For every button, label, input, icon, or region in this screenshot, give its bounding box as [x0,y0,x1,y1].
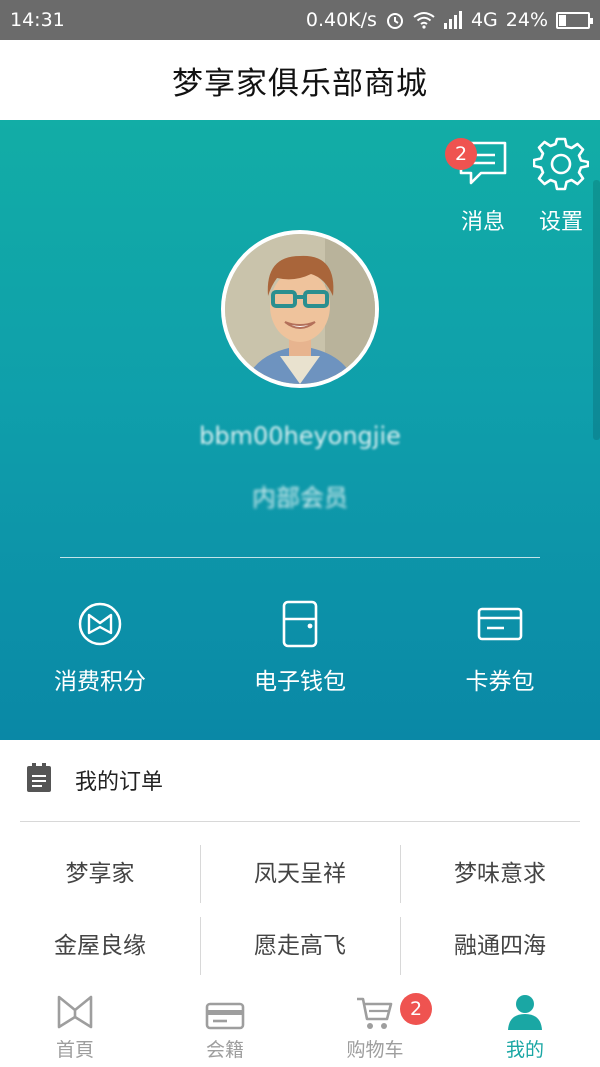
avatar-portrait [225,234,375,384]
tab-label: 首頁 [55,1039,94,1061]
network-speed: 0.40K/s [305,9,377,31]
tab-label: 我的 [505,1039,544,1061]
settings-button[interactable]: 设置 [523,130,599,236]
tab-membership[interactable]: 会籍 [150,985,300,1067]
battery-fill [559,14,566,26]
quick-action-label: 卡券包 [465,669,535,695]
quick-action-label: 电子钱包 [254,669,346,695]
quick-actions: 消费积分 电子钱包 卡券包 [0,598,600,696]
quick-action-points[interactable]: 消费积分 [0,598,200,696]
tab-cart[interactable]: 购物车 2 [300,985,450,1067]
brand-row: 梦享家 凤天呈祥 梦味意求 [0,838,600,910]
title-bar: 梦享家俱乐部商城 [0,40,600,120]
messages-button[interactable]: 2 消息 [445,130,521,236]
orders-divider [20,821,580,822]
quick-action-coupons[interactable]: 卡券包 [400,598,600,696]
signal-icon [443,11,463,29]
brand-item[interactable]: 融通四海 [400,917,600,975]
brand-row: 金屋良缘 愿走高飞 融通四海 [0,910,600,982]
brand-item[interactable]: 梦味意求 [400,845,600,903]
my-orders-title: 我的订单 [75,770,164,795]
avatar[interactable] [221,230,379,388]
cart-icon [355,995,395,1035]
home-bow-icon [55,993,95,1035]
settings-label: 设置 [538,210,583,235]
tab-mine[interactable]: 我的 [450,985,600,1067]
quick-action-wallet[interactable]: 电子钱包 [200,598,400,696]
profile-divider [60,557,540,558]
brand-grid: 梦享家 凤天呈祥 梦味意求 金屋良缘 愿走高飞 融通四海 [0,838,600,982]
brand-item[interactable]: 金屋良缘 [0,917,200,975]
status-bar: 14:31 0.40K/s 4G 24% [0,0,600,40]
quick-action-label: 消费积分 [54,669,146,695]
messages-label: 消息 [460,210,505,235]
messages-badge: 2 [445,138,477,170]
card-icon [476,606,524,646]
points-icon [77,601,123,651]
wallet-icon [280,599,320,653]
tab-label: 购物车 [346,1039,404,1061]
clipboard-icon [25,763,53,797]
membership-card-icon [205,1001,245,1035]
brand-item[interactable]: 愿走高飞 [200,917,400,975]
status-indicators: 0.40K/s 4G 24% [305,9,593,31]
network-type: 4G [470,9,498,31]
tab-label: 会籍 [205,1039,244,1061]
alarm-icon [385,10,405,30]
cart-badge: 2 [400,993,432,1025]
tab-home[interactable]: 首頁 [0,985,150,1067]
status-time: 14:31 [10,9,65,31]
user-icon [505,993,545,1035]
username: bbm00heyongjie [199,422,401,450]
brand-item[interactable]: 梦享家 [0,845,200,903]
battery-icon [556,11,593,29]
gear-icon [532,135,590,195]
brand-item[interactable]: 凤天呈祥 [200,845,400,903]
page-title: 梦享家俱乐部商城 [172,65,428,102]
bottom-tab-bar: 首頁 会籍 购物车 2 我的 [0,985,600,1067]
wifi-icon [413,11,435,29]
battery-percent: 24% [505,9,548,31]
profile-header: 2 消息 设置 bbm00heyongjie 内部会员 消费积分 电子钱包 卡券… [0,120,600,740]
member-level: 内部会员 [252,484,348,512]
my-orders-header[interactable]: 我的订单 [0,740,600,820]
